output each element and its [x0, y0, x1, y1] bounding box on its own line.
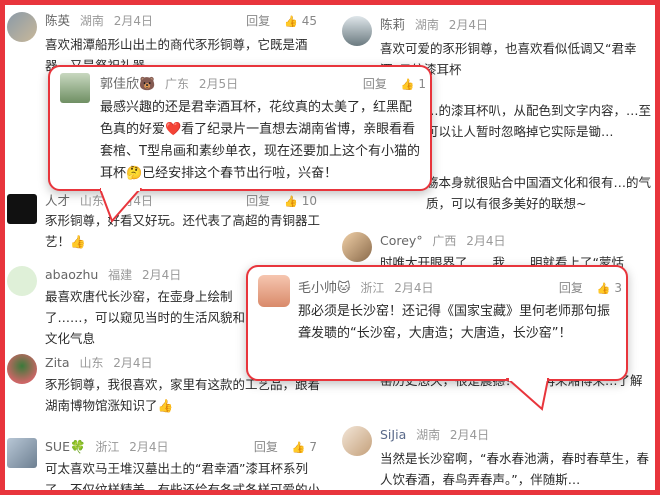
like-button[interactable]: 👍 10	[284, 194, 317, 208]
location: 广西	[432, 234, 457, 248]
date: 2月4日	[113, 14, 153, 28]
username[interactable]: abaozhu	[45, 267, 98, 282]
comment-meta: 陈英 湖南 2月4日 回复 👍 45	[45, 12, 325, 30]
avatar[interactable]	[7, 438, 37, 468]
comment-meta: SiJia 湖南 2月4日	[380, 426, 660, 444]
comment-text: 豕形铜尊，好看又好玩。还代表了高超的青铜器工艺！👍	[45, 213, 321, 249]
comment-meta: 郭佳欣🐻 广东 2月5日 回复 👍 1	[100, 75, 430, 93]
comment-meta: Corey° 广西 2月4日	[380, 232, 660, 250]
avatar[interactable]	[7, 354, 37, 384]
like-count: 1	[418, 77, 426, 91]
location: 浙江	[360, 281, 385, 295]
comment-text: 觞本身就很贴合中国酒文化和很有…的气质，可以有很多美好的联想~	[426, 175, 652, 211]
username[interactable]: SiJia	[380, 427, 406, 442]
reply-button[interactable]: 回复	[246, 14, 270, 28]
avatar[interactable]	[258, 275, 290, 307]
date: 2月4日	[113, 356, 153, 370]
date: 2月4日	[448, 18, 488, 32]
username[interactable]: Zita	[45, 355, 70, 370]
location: 浙江	[95, 440, 120, 454]
avatar[interactable]	[7, 194, 37, 224]
location: 福建	[108, 268, 133, 282]
avatar[interactable]	[342, 16, 372, 46]
comment-text: 可太喜欢马王堆汉墓出土的“君幸酒”漆耳杯系列了，不仅纹样精美，有些还绘有各式各样…	[45, 461, 321, 495]
location: 湖南	[79, 14, 104, 28]
like-count: 3	[614, 281, 622, 295]
avatar[interactable]	[342, 426, 372, 456]
username[interactable]: 郭佳欣🐻	[100, 77, 155, 92]
reply-button[interactable]: 回复	[559, 281, 583, 295]
reply-button[interactable]: 回复	[363, 77, 387, 91]
comment-text: 最喜欢唐代长沙窑，在壶身上绘制了……，可以窥见当时的生活风貌和文化气息	[45, 289, 246, 346]
comment-text: …的漆耳杯叭，从配色到文字内容，…至可以让人暂时忽略掉它实际是锄…	[426, 103, 652, 139]
like-count: 45	[301, 14, 317, 28]
avatar[interactable]	[7, 266, 37, 296]
username[interactable]: Corey°	[380, 233, 423, 248]
avatar[interactable]	[342, 232, 372, 262]
thumb-up-icon: 👍	[291, 441, 306, 454]
date: 2月4日	[449, 428, 490, 442]
reply-button[interactable]: 回复	[254, 440, 278, 454]
thumb-up-icon: 👍	[400, 78, 415, 91]
username[interactable]: 陈英	[45, 13, 70, 28]
username[interactable]: 毛小帅🐱	[298, 281, 351, 296]
callout-tail	[100, 188, 143, 223]
username[interactable]: 人才	[45, 193, 70, 208]
comment-meta: SUE🍀 浙江 2月4日 回复 👍 7	[45, 438, 325, 456]
like-button[interactable]: 👍 3	[597, 281, 622, 295]
date: 2月4日	[129, 440, 169, 454]
like-button[interactable]: 👍 1	[401, 77, 426, 91]
highlight-comment-card: 郭佳欣🐻 广东 2月5日 回复 👍 1 最感兴趣的还是君幸酒耳杯，花纹真的太美了，…	[48, 65, 432, 191]
username[interactable]: 陈莉	[380, 17, 405, 32]
avatar[interactable]	[7, 12, 37, 42]
comment-text: 那必须是长沙窑！还记得《国家宝藏》里何老师那句振聋发聩的“长沙窑，大唐造；大唐造…	[298, 304, 611, 341]
comment-text: 当然是长沙窑啊，“春水春池满，春时春草生，春人饮春酒，春鸟弄春声。”，伴随斯…	[380, 451, 649, 487]
date: 2月5日	[198, 77, 239, 91]
location: 广东	[165, 77, 190, 91]
thumb-up-icon: 👍	[596, 282, 611, 295]
date: 2月4日	[394, 281, 434, 295]
thumb-up-icon: 👍	[284, 15, 298, 28]
reply-button[interactable]: 回复	[246, 194, 270, 208]
like-count: 7	[309, 440, 317, 454]
avatar[interactable]	[60, 73, 90, 103]
date: 2月4日	[466, 234, 506, 248]
username[interactable]: SUE🍀	[45, 439, 86, 454]
date: 2月4日	[141, 268, 182, 282]
highlight-comment-card: 毛小帅🐱 浙江 2月4日 回复 👍 3 那必须是长沙窑！还记得《国家宝藏》里何老师…	[246, 265, 628, 381]
like-button[interactable]: 👍 7	[292, 440, 317, 454]
location: 湖南	[416, 428, 441, 442]
comment-meta: 毛小帅🐱 浙江 2月4日 回复 👍 3	[298, 279, 626, 297]
comment-text: 最感兴趣的还是君幸酒耳杯，花纹真的太美了，红黑配色真的好爱❤️看了纪录片一直想去…	[100, 100, 420, 181]
like-button[interactable]: 👍 45	[284, 14, 317, 28]
callout-tail	[506, 378, 550, 411]
thumb-up-icon: 👍	[284, 195, 298, 208]
comment-meta: 陈莉 湖南 2月4日	[380, 16, 660, 34]
location: 山东	[79, 356, 104, 370]
like-count: 10	[301, 194, 317, 208]
location: 湖南	[414, 18, 439, 32]
comment-meta: 人才 山东 2月4日 回复 👍 10	[45, 192, 325, 210]
